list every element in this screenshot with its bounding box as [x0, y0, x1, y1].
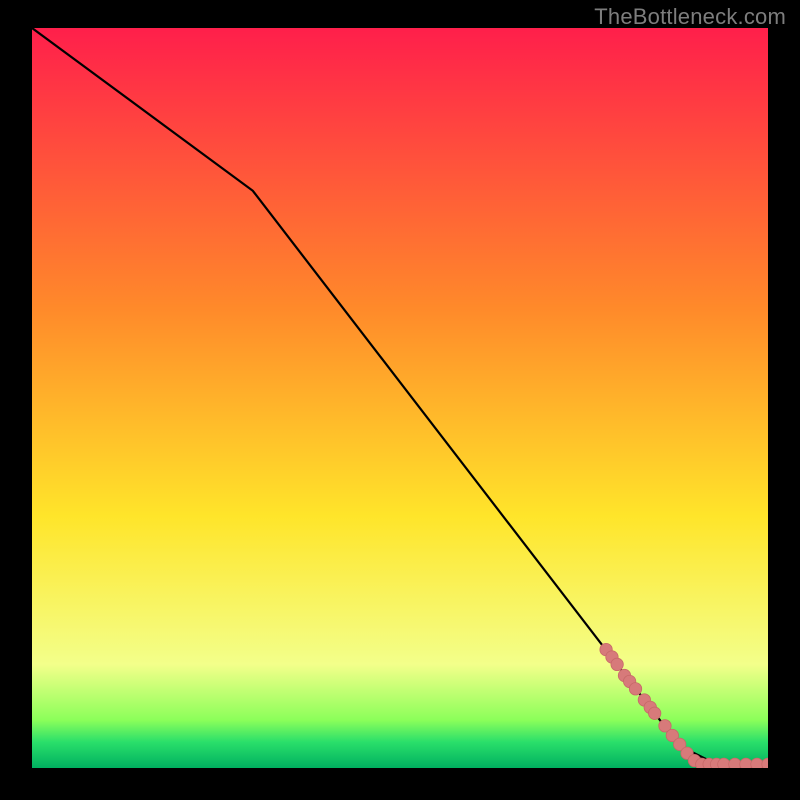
data-marker — [648, 707, 660, 719]
chart-stage: TheBottleneck.com — [0, 0, 800, 800]
data-marker — [629, 683, 641, 695]
data-marker — [718, 758, 730, 768]
data-marker — [611, 658, 623, 670]
gradient-background — [32, 28, 768, 768]
plot-svg — [32, 28, 768, 768]
plot-area — [32, 28, 768, 768]
watermark-text: TheBottleneck.com — [594, 4, 786, 30]
data-marker — [740, 758, 752, 768]
data-marker — [729, 758, 741, 768]
data-marker — [751, 758, 763, 768]
